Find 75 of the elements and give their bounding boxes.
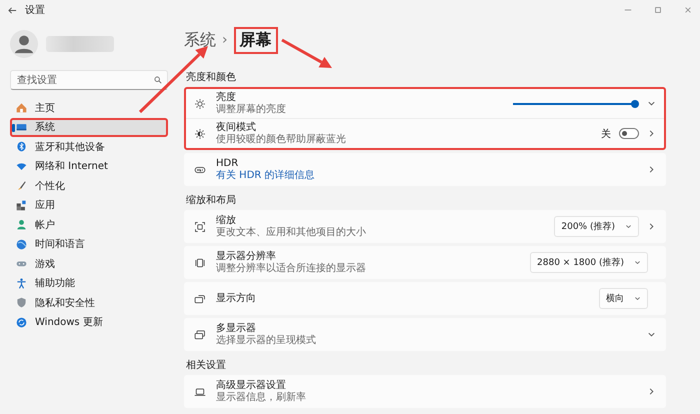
half-sun-icon [194, 128, 206, 140]
chevron-right-icon[interactable] [647, 129, 656, 138]
setting-description: 更改文本、应用和其他项目的大小 [216, 226, 367, 238]
breadcrumb-link[interactable]: 系统 [184, 30, 216, 50]
setting-description: 显示器信息，刷新率 [216, 392, 307, 404]
sidebar-item[interactable]: 蓝牙和其他设备 [10, 137, 168, 156]
setting-description: 使用较暖的颜色帮助屏蔽蓝光 [216, 134, 347, 146]
toggle-state-label: 关 [601, 128, 611, 140]
sidebar-item[interactable]: 隐私和安全性 [10, 293, 168, 312]
setting-title: 显示方向 [216, 292, 257, 304]
monitors-icon [194, 328, 206, 340]
annotation-arrow [281, 38, 332, 68]
setting-title: HDR [216, 158, 240, 170]
setting-title: 夜间模式 [216, 122, 257, 134]
home-icon [16, 102, 27, 114]
sidebar-item[interactable]: Windows 更新 [10, 312, 168, 332]
section-header: 缩放和布局 [186, 195, 237, 207]
setting-title: 缩放 [216, 214, 236, 226]
window-title: 设置 [25, 4, 45, 17]
setting-description: 选择显示器的呈现模式 [216, 334, 317, 346]
sidebar-item[interactable]: 时间和语言 [10, 234, 168, 254]
setting-description: 调整屏幕的亮度 [216, 104, 287, 116]
sidebar-item[interactable]: 系统 [10, 118, 168, 137]
annotation-arrow [138, 46, 208, 114]
avatar-icon [10, 30, 38, 58]
accessibility-icon [16, 278, 27, 289]
sun-icon [194, 98, 206, 110]
dropdown[interactable]: 2880 × 1800 (推荐) [530, 252, 648, 273]
wifi-icon [16, 160, 27, 172]
chevron-down-icon [634, 295, 641, 302]
scale-icon [194, 220, 206, 232]
section-header: 相关设置 [186, 360, 227, 372]
bluetooth-icon [16, 141, 27, 152]
setting-title: 亮度 [216, 92, 237, 104]
chevron-down-icon[interactable] [647, 330, 656, 339]
slider-thumb[interactable] [631, 100, 639, 108]
close-icon[interactable] [684, 6, 692, 14]
setting-description: 调整分辨率以适合所连接的显示器 [216, 262, 367, 274]
page-title: 屏幕 [234, 26, 278, 54]
setting-title: 多显示器 [216, 322, 257, 334]
maximize-icon[interactable] [654, 6, 662, 14]
info-link[interactable]: 有关 HDR 的详细信息 [216, 170, 637, 182]
chevron-right-icon[interactable] [647, 165, 656, 174]
sidebar-item[interactable]: 游戏 [10, 254, 168, 274]
monitor-icon [16, 122, 27, 133]
blurred-name [46, 36, 114, 52]
search-field[interactable]: 查找设置 [10, 70, 168, 90]
sidebar-item[interactable]: 辅助功能 [10, 274, 168, 293]
laptop-icon [194, 386, 206, 398]
chevron-right-icon[interactable] [647, 222, 656, 231]
brush-icon [16, 180, 27, 192]
sidebar-item[interactable]: 个性化 [10, 176, 168, 196]
person-icon [16, 219, 27, 230]
chevron-down-icon[interactable] [647, 99, 656, 108]
shield-icon [16, 297, 27, 308]
chevron-down-icon [625, 223, 632, 230]
apps-icon [16, 200, 27, 211]
sidebar-item[interactable]: 应用 [10, 196, 168, 215]
dropdown[interactable]: 200% (推荐) [554, 216, 639, 237]
sync-icon [16, 316, 27, 328]
sidebar-item[interactable]: 网络和 Internet [10, 156, 168, 176]
sidebar-item[interactable]: 主页 [10, 98, 168, 118]
search-icon [154, 76, 162, 84]
toggle-switch[interactable] [619, 128, 639, 139]
chevron-right-icon[interactable] [647, 387, 656, 396]
sidebar-item[interactable]: 帐户 [10, 215, 168, 234]
breadcrumb-separator: › [222, 32, 228, 48]
rotate-screen-icon [194, 292, 206, 304]
resolution-icon [194, 256, 206, 268]
dropdown[interactable]: 横向 [599, 288, 648, 309]
section-header: 亮度和颜色 [186, 72, 237, 84]
back-arrow-icon[interactable] [8, 6, 17, 14]
setting-title: 显示器分辨率 [216, 250, 277, 262]
setting-title: 高级显示器设置 [216, 380, 287, 392]
chevron-down-icon [634, 259, 641, 266]
